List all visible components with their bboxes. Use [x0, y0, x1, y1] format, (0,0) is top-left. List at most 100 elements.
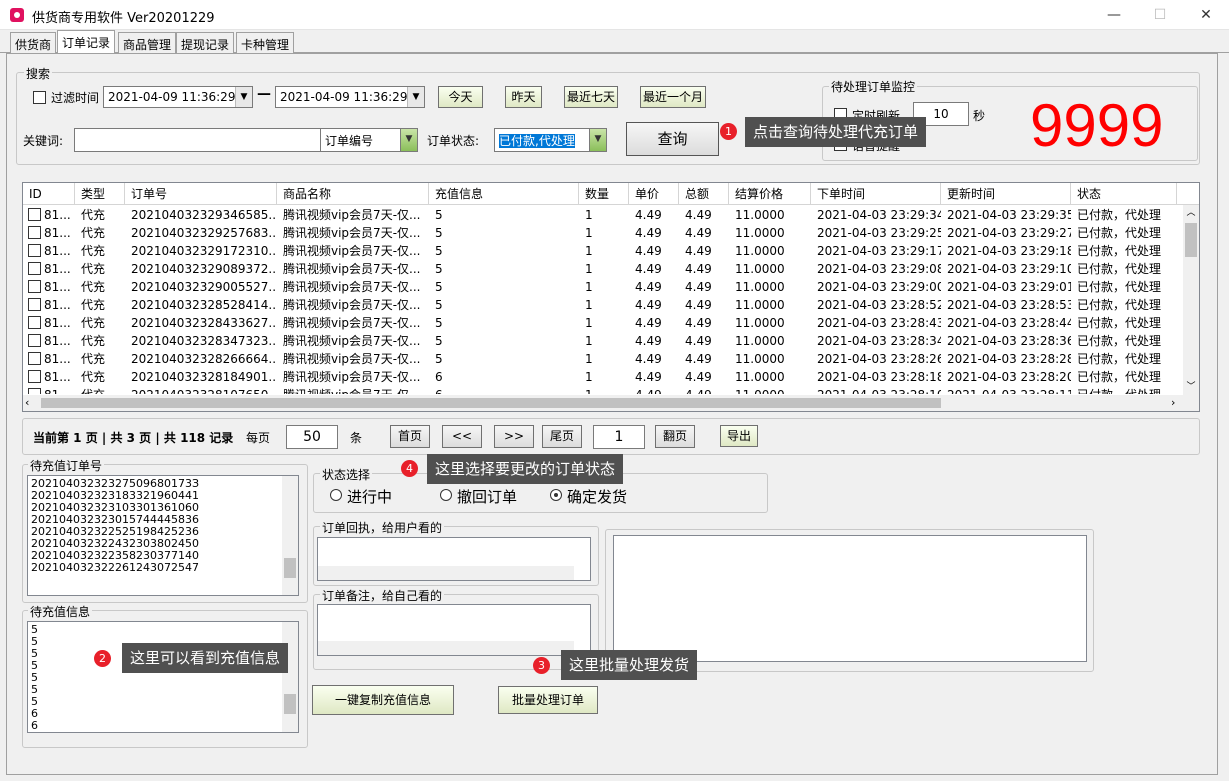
table-cell: 代充 [81, 370, 106, 384]
row-checkbox[interactable] [28, 262, 41, 275]
radio-ship[interactable] [550, 489, 562, 501]
maximize-button[interactable]: ☐ [1137, 0, 1183, 30]
column-header[interactable]: 充值信息 [429, 183, 579, 205]
cell-id: 81... [44, 334, 71, 348]
column-header[interactable]: 商品名称 [277, 183, 429, 205]
table-row[interactable]: 81... 代充 202104032328528414... 腾讯视频vip会员7天-… [23, 296, 1183, 314]
date-to-picker[interactable]: 2021-04-09 11:36:29 ▼ [275, 86, 425, 108]
column-header[interactable]: ID [23, 183, 75, 205]
next-page-button[interactable]: >> [494, 425, 534, 448]
row-checkbox[interactable] [28, 316, 41, 329]
column-header[interactable]: 类型 [75, 183, 125, 205]
scroll-thumb[interactable] [284, 694, 296, 714]
row-checkbox[interactable] [28, 298, 41, 311]
yesterday-button[interactable]: 昨天 [505, 86, 542, 108]
export-button[interactable]: 导出 [720, 425, 758, 447]
last-month-button[interactable]: 最近一个月 [640, 86, 706, 108]
filter-time-checkbox[interactable] [33, 91, 46, 104]
scroll-right-icon[interactable]: › [1171, 396, 1175, 409]
column-header[interactable]: 状态 [1071, 183, 1177, 205]
table-row[interactable]: 81... 代充202104032328107650...腾讯视频vip会员7天-… [23, 386, 1183, 394]
table-row[interactable]: 81... 代充 202104032328184901... 腾讯视频vip会员7天-… [23, 368, 1183, 386]
radio-in-progress[interactable] [330, 489, 342, 501]
table-row[interactable]: 81... 代充 202104032329346585... 腾讯视频vip会员7天-… [23, 206, 1183, 224]
table-row[interactable]: 81... 代充 202104032328347323... 腾讯视频vip会员7天-… [23, 332, 1183, 350]
row-checkbox[interactable] [28, 334, 41, 347]
status-select[interactable]: 已付款,代处理 ▼ [494, 128, 607, 152]
row-checkbox[interactable] [28, 280, 41, 293]
today-button[interactable]: 今天 [438, 86, 483, 108]
minimize-button[interactable]: — [1091, 0, 1137, 30]
row-checkbox[interactable] [28, 370, 41, 383]
date-from-picker[interactable]: 2021-04-09 11:36:29 ▼ [103, 86, 253, 108]
goto-page-button[interactable]: 翻页 [655, 425, 695, 448]
scroll-up-icon[interactable]: ︿ [1184, 205, 1198, 218]
scroll-left-icon[interactable]: ‹ [25, 396, 29, 409]
column-header[interactable]: 下单时间 [811, 183, 941, 205]
prev-page-button[interactable]: << [442, 425, 482, 448]
per-page-input[interactable]: 50 [286, 425, 338, 449]
tab-products[interactable]: 商品管理 [118, 32, 177, 53]
radio-withdraw[interactable] [440, 489, 452, 501]
tab-supplier[interactable]: 供货商 [10, 32, 57, 53]
column-header[interactable] [1177, 183, 1199, 205]
row-checkbox[interactable] [28, 388, 41, 394]
scroll-down-icon[interactable]: ﹀ [1184, 379, 1198, 392]
last-page-button[interactable]: 尾页 [542, 425, 582, 448]
horizontal-scrollbar[interactable]: ‹ › [23, 395, 1199, 411]
table-cell: 1 [585, 298, 593, 312]
table-row[interactable]: 81... 代充 202104032329089372... 腾讯视频vip会员7天-… [23, 260, 1183, 278]
column-header[interactable]: 更新时间 [941, 183, 1071, 205]
table-cell: 已付款，代处理 [1077, 352, 1162, 366]
first-page-button[interactable]: 首页 [390, 425, 430, 448]
pending-info-textarea[interactable]: 555555566 [27, 621, 299, 733]
keyword-input[interactable] [74, 128, 322, 152]
table-cell: 4.49 [635, 226, 662, 240]
close-button[interactable]: ✕ [1183, 0, 1229, 30]
table-row[interactable]: 81... 代充 202104032329172310... 腾讯视频vip会员7天-… [23, 242, 1183, 260]
row-checkbox[interactable] [28, 208, 41, 221]
column-header[interactable]: 数量 [579, 183, 629, 205]
pending-orders-textarea[interactable]: 20210403232327509680173З 2021040323231833… [27, 475, 299, 596]
chevron-down-icon[interactable]: ▼ [235, 87, 252, 107]
column-header[interactable]: 订单号 [125, 183, 277, 205]
chevron-down-icon[interactable]: ▼ [400, 129, 417, 151]
table-row[interactable]: 81... 代充 202104032328266664... 腾讯视频vip会员7天-… [23, 350, 1183, 368]
h-scroll-thumb[interactable] [41, 398, 941, 408]
log-textarea[interactable] [613, 535, 1087, 662]
page-input[interactable]: 1 [593, 425, 645, 449]
chevron-down-icon[interactable]: ▼ [589, 129, 606, 151]
query-button[interactable]: 查询 [626, 122, 719, 156]
orders-table: ID 类型 订单号 商品名称 充值信息 数量 单价 总额 结算价格 下单时间 更新时间 状态 81..… [22, 182, 1200, 412]
tab-withdrawals[interactable]: 提现记录 [176, 32, 235, 53]
chevron-down-icon[interactable]: ▼ [407, 87, 424, 107]
tab-orders[interactable]: 订单记录 [57, 30, 116, 54]
scroll-thumb[interactable] [284, 558, 296, 578]
reply-h-scrollbar[interactable] [318, 566, 574, 580]
table-cell: 2021-04-03 23:29:08 [817, 262, 941, 276]
row-checkbox[interactable] [28, 352, 41, 365]
column-header[interactable]: 结算价格 [729, 183, 811, 205]
table-cell: 代充 [81, 262, 106, 276]
vertical-scrollbar[interactable]: ︿ ﹀ [1183, 205, 1199, 395]
table-cell: 1 [579, 386, 629, 394]
column-header[interactable]: 单价 [629, 183, 679, 205]
keyword-field-select[interactable]: 订单编号 ▼ [320, 128, 418, 152]
batch-process-button[interactable]: 批量处理订单 [498, 686, 598, 714]
row-checkbox[interactable] [28, 226, 41, 239]
table-cell: 4.49 [685, 370, 712, 384]
remark-h-scrollbar[interactable] [318, 641, 574, 655]
table-row[interactable]: 81... 代充 202104032328433627... 腾讯视频vip会员7天-… [23, 314, 1183, 332]
tab-card-types[interactable]: 卡种管理 [236, 32, 295, 53]
table-cell: 11.0000 [735, 226, 785, 240]
table-row[interactable]: 81... 代充 202104032329005527... 腾讯视频vip会员7天-… [23, 278, 1183, 296]
table-row[interactable]: 81... 代充 202104032329257683... 腾讯视频vip会员7天-… [23, 224, 1183, 242]
copy-info-button[interactable]: 一键复制充值信息 [312, 685, 454, 715]
column-header[interactable]: 总额 [679, 183, 729, 205]
pending-info-scrollbar[interactable] [282, 622, 298, 732]
last-7-days-button[interactable]: 最近七天 [564, 86, 618, 108]
row-checkbox[interactable] [28, 244, 41, 257]
table-cell: 代充 [81, 226, 106, 240]
pending-orders-scrollbar[interactable] [282, 476, 298, 595]
scroll-thumb[interactable] [1185, 223, 1197, 257]
